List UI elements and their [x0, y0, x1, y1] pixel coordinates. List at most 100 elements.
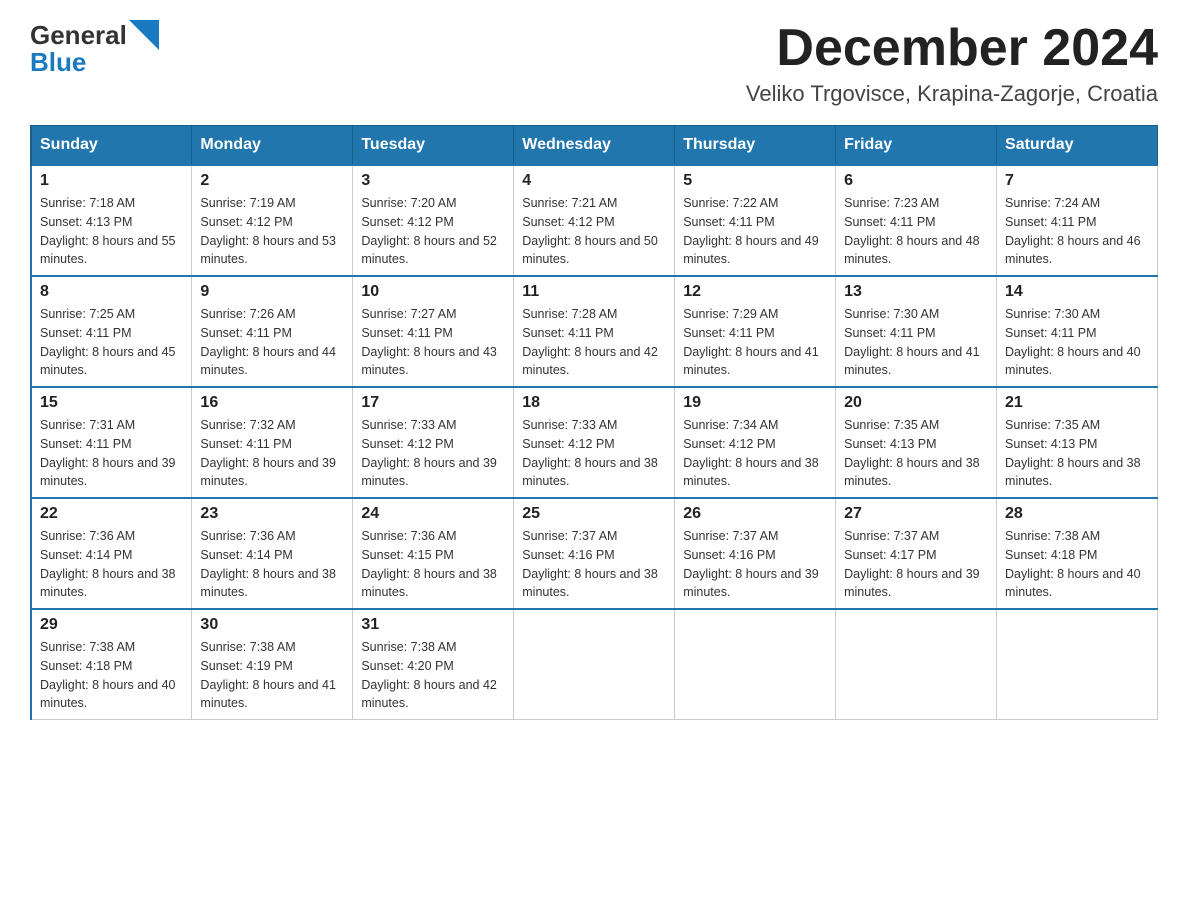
- day-number: 28: [1005, 505, 1149, 523]
- calendar-cell: 10 Sunrise: 7:27 AM Sunset: 4:11 PM Dayl…: [353, 276, 514, 387]
- calendar-cell: 12 Sunrise: 7:29 AM Sunset: 4:11 PM Dayl…: [675, 276, 836, 387]
- day-info: Sunrise: 7:36 AM Sunset: 4:14 PM Dayligh…: [40, 527, 183, 602]
- day-number: 25: [522, 505, 666, 523]
- calendar-cell: 5 Sunrise: 7:22 AM Sunset: 4:11 PM Dayli…: [675, 165, 836, 276]
- calendar-cell: 15 Sunrise: 7:31 AM Sunset: 4:11 PM Dayl…: [31, 387, 192, 498]
- day-number: 14: [1005, 283, 1149, 301]
- month-title: December 2024: [746, 20, 1158, 77]
- day-number: 26: [683, 505, 827, 523]
- calendar-cell: 3 Sunrise: 7:20 AM Sunset: 4:12 PM Dayli…: [353, 165, 514, 276]
- calendar-cell: 8 Sunrise: 7:25 AM Sunset: 4:11 PM Dayli…: [31, 276, 192, 387]
- day-info: Sunrise: 7:33 AM Sunset: 4:12 PM Dayligh…: [522, 416, 666, 491]
- day-number: 10: [361, 283, 505, 301]
- day-number: 2: [200, 172, 344, 190]
- logo-arrow-icon: [129, 20, 159, 50]
- day-info: Sunrise: 7:26 AM Sunset: 4:11 PM Dayligh…: [200, 305, 344, 380]
- day-number: 31: [361, 616, 505, 634]
- logo-blue-text: Blue: [30, 49, 86, 75]
- day-info: Sunrise: 7:37 AM Sunset: 4:17 PM Dayligh…: [844, 527, 988, 602]
- title-block: December 2024 Veliko Trgovisce, Krapina-…: [746, 20, 1158, 107]
- day-info: Sunrise: 7:21 AM Sunset: 4:12 PM Dayligh…: [522, 194, 666, 269]
- day-info: Sunrise: 7:38 AM Sunset: 4:19 PM Dayligh…: [200, 638, 344, 713]
- calendar-cell: 4 Sunrise: 7:21 AM Sunset: 4:12 PM Dayli…: [514, 165, 675, 276]
- calendar-cell: 14 Sunrise: 7:30 AM Sunset: 4:11 PM Dayl…: [997, 276, 1158, 387]
- calendar-cell: 7 Sunrise: 7:24 AM Sunset: 4:11 PM Dayli…: [997, 165, 1158, 276]
- page-header: General Blue December 2024 Veliko Trgovi…: [30, 20, 1158, 107]
- day-info: Sunrise: 7:36 AM Sunset: 4:14 PM Dayligh…: [200, 527, 344, 602]
- calendar-cell: [836, 609, 997, 720]
- header-tuesday: Tuesday: [353, 126, 514, 166]
- calendar-cell: 23 Sunrise: 7:36 AM Sunset: 4:14 PM Dayl…: [192, 498, 353, 609]
- day-info: Sunrise: 7:28 AM Sunset: 4:11 PM Dayligh…: [522, 305, 666, 380]
- day-info: Sunrise: 7:19 AM Sunset: 4:12 PM Dayligh…: [200, 194, 344, 269]
- header-saturday: Saturday: [997, 126, 1158, 166]
- header-thursday: Thursday: [675, 126, 836, 166]
- calendar-cell: 20 Sunrise: 7:35 AM Sunset: 4:13 PM Dayl…: [836, 387, 997, 498]
- day-number: 12: [683, 283, 827, 301]
- day-number: 18: [522, 394, 666, 412]
- day-info: Sunrise: 7:38 AM Sunset: 4:18 PM Dayligh…: [1005, 527, 1149, 602]
- day-number: 11: [522, 283, 666, 301]
- week-row-1: 1 Sunrise: 7:18 AM Sunset: 4:13 PM Dayli…: [31, 165, 1158, 276]
- header-wednesday: Wednesday: [514, 126, 675, 166]
- header-monday: Monday: [192, 126, 353, 166]
- week-row-3: 15 Sunrise: 7:31 AM Sunset: 4:11 PM Dayl…: [31, 387, 1158, 498]
- day-number: 4: [522, 172, 666, 190]
- calendar-cell: 30 Sunrise: 7:38 AM Sunset: 4:19 PM Dayl…: [192, 609, 353, 720]
- calendar-cell: 2 Sunrise: 7:19 AM Sunset: 4:12 PM Dayli…: [192, 165, 353, 276]
- day-info: Sunrise: 7:37 AM Sunset: 4:16 PM Dayligh…: [522, 527, 666, 602]
- calendar-cell: 25 Sunrise: 7:37 AM Sunset: 4:16 PM Dayl…: [514, 498, 675, 609]
- day-number: 3: [361, 172, 505, 190]
- calendar-cell: 27 Sunrise: 7:37 AM Sunset: 4:17 PM Dayl…: [836, 498, 997, 609]
- day-info: Sunrise: 7:37 AM Sunset: 4:16 PM Dayligh…: [683, 527, 827, 602]
- calendar-cell: 1 Sunrise: 7:18 AM Sunset: 4:13 PM Dayli…: [31, 165, 192, 276]
- day-info: Sunrise: 7:33 AM Sunset: 4:12 PM Dayligh…: [361, 416, 505, 491]
- calendar-cell: 29 Sunrise: 7:38 AM Sunset: 4:18 PM Dayl…: [31, 609, 192, 720]
- calendar-cell: 17 Sunrise: 7:33 AM Sunset: 4:12 PM Dayl…: [353, 387, 514, 498]
- day-number: 13: [844, 283, 988, 301]
- day-info: Sunrise: 7:34 AM Sunset: 4:12 PM Dayligh…: [683, 416, 827, 491]
- day-info: Sunrise: 7:38 AM Sunset: 4:20 PM Dayligh…: [361, 638, 505, 713]
- location-title: Veliko Trgovisce, Krapina-Zagorje, Croat…: [746, 81, 1158, 107]
- calendar-cell: [997, 609, 1158, 720]
- day-number: 30: [200, 616, 344, 634]
- calendar-cell: 11 Sunrise: 7:28 AM Sunset: 4:11 PM Dayl…: [514, 276, 675, 387]
- day-info: Sunrise: 7:29 AM Sunset: 4:11 PM Dayligh…: [683, 305, 827, 380]
- calendar-cell: 21 Sunrise: 7:35 AM Sunset: 4:13 PM Dayl…: [997, 387, 1158, 498]
- day-number: 15: [40, 394, 183, 412]
- week-row-5: 29 Sunrise: 7:38 AM Sunset: 4:18 PM Dayl…: [31, 609, 1158, 720]
- calendar-cell: 18 Sunrise: 7:33 AM Sunset: 4:12 PM Dayl…: [514, 387, 675, 498]
- day-number: 20: [844, 394, 988, 412]
- calendar-header-row: SundayMondayTuesdayWednesdayThursdayFrid…: [31, 126, 1158, 166]
- day-info: Sunrise: 7:38 AM Sunset: 4:18 PM Dayligh…: [40, 638, 183, 713]
- calendar-cell: 24 Sunrise: 7:36 AM Sunset: 4:15 PM Dayl…: [353, 498, 514, 609]
- calendar-cell: 28 Sunrise: 7:38 AM Sunset: 4:18 PM Dayl…: [997, 498, 1158, 609]
- calendar-cell: 31 Sunrise: 7:38 AM Sunset: 4:20 PM Dayl…: [353, 609, 514, 720]
- day-info: Sunrise: 7:31 AM Sunset: 4:11 PM Dayligh…: [40, 416, 183, 491]
- day-number: 21: [1005, 394, 1149, 412]
- day-number: 19: [683, 394, 827, 412]
- week-row-4: 22 Sunrise: 7:36 AM Sunset: 4:14 PM Dayl…: [31, 498, 1158, 609]
- day-number: 27: [844, 505, 988, 523]
- day-info: Sunrise: 7:23 AM Sunset: 4:11 PM Dayligh…: [844, 194, 988, 269]
- logo: General Blue: [30, 20, 159, 75]
- calendar-cell: 9 Sunrise: 7:26 AM Sunset: 4:11 PM Dayli…: [192, 276, 353, 387]
- calendar-cell: 22 Sunrise: 7:36 AM Sunset: 4:14 PM Dayl…: [31, 498, 192, 609]
- day-info: Sunrise: 7:30 AM Sunset: 4:11 PM Dayligh…: [1005, 305, 1149, 380]
- day-info: Sunrise: 7:35 AM Sunset: 4:13 PM Dayligh…: [1005, 416, 1149, 491]
- calendar-cell: 6 Sunrise: 7:23 AM Sunset: 4:11 PM Dayli…: [836, 165, 997, 276]
- day-number: 6: [844, 172, 988, 190]
- day-number: 7: [1005, 172, 1149, 190]
- day-number: 9: [200, 283, 344, 301]
- day-info: Sunrise: 7:36 AM Sunset: 4:15 PM Dayligh…: [361, 527, 505, 602]
- day-number: 8: [40, 283, 183, 301]
- calendar-cell: [514, 609, 675, 720]
- day-number: 22: [40, 505, 183, 523]
- day-info: Sunrise: 7:20 AM Sunset: 4:12 PM Dayligh…: [361, 194, 505, 269]
- day-info: Sunrise: 7:25 AM Sunset: 4:11 PM Dayligh…: [40, 305, 183, 380]
- calendar-cell: [675, 609, 836, 720]
- calendar-cell: 16 Sunrise: 7:32 AM Sunset: 4:11 PM Dayl…: [192, 387, 353, 498]
- day-number: 24: [361, 505, 505, 523]
- day-number: 23: [200, 505, 344, 523]
- day-number: 16: [200, 394, 344, 412]
